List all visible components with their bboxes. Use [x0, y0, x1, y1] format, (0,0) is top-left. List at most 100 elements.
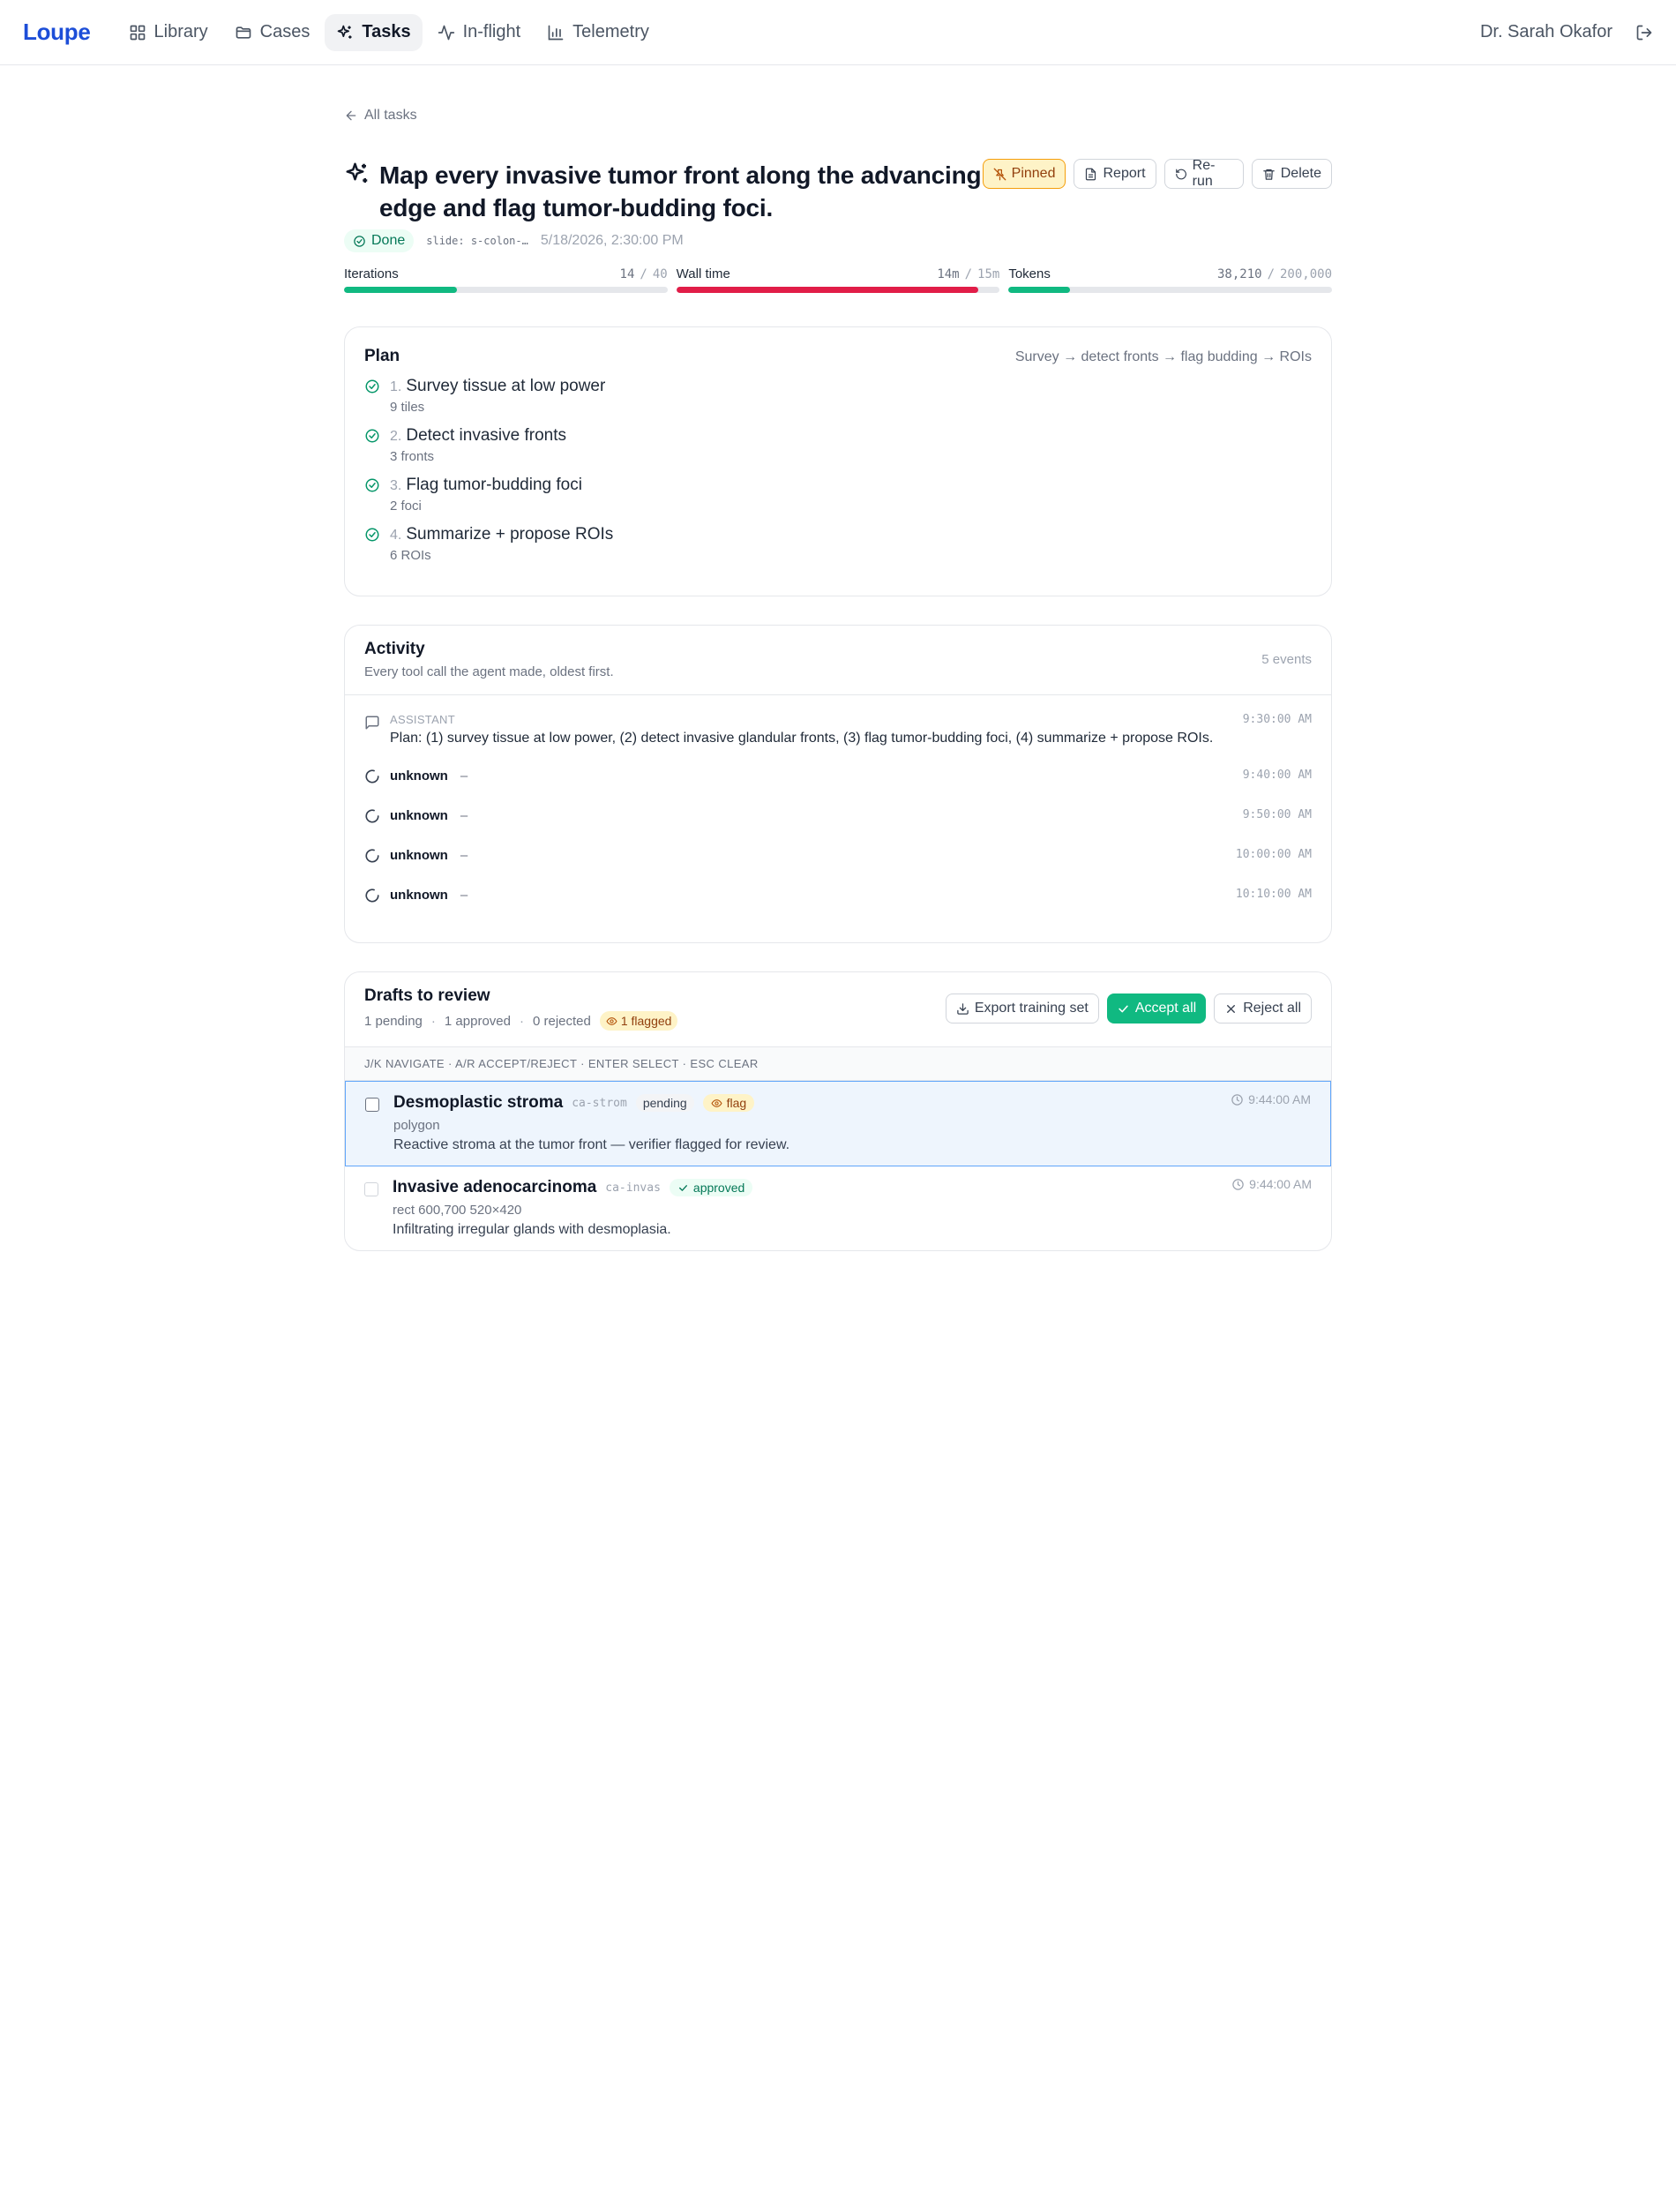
report-button[interactable]: Report: [1074, 159, 1156, 189]
metric-max: 40: [652, 267, 668, 281]
app-logo[interactable]: Loupe: [23, 19, 91, 46]
pinned-label: Pinned: [1011, 166, 1056, 181]
file-text-icon: [1086, 168, 1096, 180]
event-tool[interactable]: unknown – 10:10:00 AM: [345, 888, 1331, 904]
loader-icon: [365, 889, 379, 903]
metric-current: 38,210: [1216, 267, 1262, 281]
nav-item-telemetry[interactable]: Telemetry: [535, 14, 661, 51]
clock-icon: [1231, 1093, 1243, 1106]
user-area: Dr. Sarah Okafor: [1480, 22, 1653, 42]
status-label: Done: [371, 233, 406, 248]
flagged-count: 1 flagged: [620, 1014, 672, 1028]
metric-wall-time: Wall time 14m/15m: [676, 266, 1000, 293]
page-title: Map every invasive tumor front along the…: [379, 161, 982, 221]
pinned-button[interactable]: Pinned: [982, 159, 1066, 189]
download-icon: [957, 1002, 969, 1015]
created-time: 5/18/2026, 2:30:00 PM: [540, 233, 684, 248]
step-name: Detect invasive fronts: [406, 426, 566, 445]
plan-summary: Survey → detect fronts → flag budding → …: [1014, 349, 1312, 364]
tool-detail: –: [460, 888, 468, 903]
draft-code: ca-invas: [605, 1181, 661, 1195]
activity-header: Activity Every tool call the agent made,…: [345, 626, 1331, 695]
folder-icon: [236, 26, 251, 39]
delete-button[interactable]: Delete: [1251, 159, 1332, 189]
message-square-icon: [365, 716, 379, 730]
metric-current: 14: [619, 267, 635, 281]
event-tool[interactable]: unknown – 10:00:00 AM: [345, 848, 1331, 864]
progress-bar: [1008, 287, 1333, 293]
step-name: Flag tumor-budding foci: [406, 476, 582, 494]
draft-geometry: polygon: [393, 1118, 440, 1133]
pin-off-icon: [993, 168, 1006, 180]
metric-max: 15m: [977, 267, 1000, 281]
loader-icon: [365, 809, 379, 823]
metric-tokens: Tokens 38,210/200,000: [1008, 266, 1333, 293]
plan-step: 4. Summarize + propose ROIs 6 ROIs: [364, 525, 1312, 563]
logout-icon[interactable]: [1635, 24, 1653, 41]
metric-label: Iterations: [344, 266, 399, 281]
close-icon: [1227, 1004, 1236, 1013]
reject-all-button[interactable]: Reject all: [1214, 994, 1312, 1024]
step-name: Survey tissue at low power: [406, 377, 606, 395]
event-time: 10:00:00 AM: [1235, 848, 1312, 861]
delete-label: Delete: [1280, 166, 1321, 181]
event-time: 9:30:00 AM: [1242, 713, 1312, 726]
event-tool[interactable]: unknown – 9:50:00 AM: [345, 808, 1331, 824]
progress-fill: [676, 287, 978, 293]
activity-subtitle: Every tool call the agent made, oldest f…: [364, 664, 614, 679]
sparkles-icon: [338, 25, 352, 39]
tool-detail: –: [460, 808, 468, 823]
task-actions: Pinned Report Re-run Delete: [982, 158, 1332, 189]
metric-label: Wall time: [676, 266, 730, 281]
rerun-button[interactable]: Re-run: [1163, 158, 1244, 189]
progress-fill: [344, 287, 458, 293]
slide-tag[interactable]: slide: s-colon-…: [426, 235, 528, 247]
nav-item-in-flight[interactable]: In-flight: [426, 14, 533, 51]
event-time: 10:10:00 AM: [1235, 888, 1312, 901]
draft-checkbox[interactable]: [365, 1098, 379, 1112]
rejected-count: 0 rejected: [532, 1013, 591, 1029]
accept-all-button[interactable]: Accept all: [1106, 994, 1207, 1024]
draft-row[interactable]: Invasive adenocarcinoma ca-invas approve…: [345, 1166, 1331, 1250]
step-number: 4.: [390, 528, 402, 543]
nav-item-cases[interactable]: Cases: [223, 14, 322, 51]
step-result: 2 foci: [390, 499, 422, 514]
activity-card: Activity Every tool call the agent made,…: [344, 625, 1332, 943]
event-tool[interactable]: unknown – 9:40:00 AM: [345, 769, 1331, 784]
status-badge: approved: [669, 1179, 753, 1196]
grid-icon: [130, 25, 145, 40]
event-text: Plan: (1) survey tissue at low power, (2…: [390, 731, 1214, 746]
tool-name: unknown: [390, 808, 448, 823]
check-circle-icon: [365, 379, 379, 394]
clock-icon: [1232, 1178, 1244, 1190]
draft-checkbox[interactable]: [364, 1182, 378, 1196]
check-icon: [1119, 1005, 1128, 1012]
draft-time: 9:44:00 AM: [1231, 1177, 1312, 1191]
drafts-card: Drafts to review 1 pending · 1 approved …: [344, 971, 1332, 1251]
flagged-badge[interactable]: 1 flagged: [599, 1011, 678, 1031]
approved-count: 1 approved: [444, 1013, 511, 1029]
nav-item-library[interactable]: Library: [117, 14, 220, 51]
metric-value: 14m/15m: [937, 267, 1000, 281]
bar-chart-icon: [548, 25, 564, 40]
status-badge: Done: [344, 229, 415, 252]
plan-steps: 1. Survey tissue at low power 9 tiles 2. D…: [364, 377, 1312, 563]
export-training-set-button[interactable]: Export training set: [945, 994, 1099, 1024]
back-link[interactable]: All tasks: [344, 108, 417, 124]
nav-item-tasks[interactable]: Tasks: [325, 13, 423, 51]
status-badge: pending: [635, 1094, 694, 1112]
arrow-left-icon: [346, 110, 356, 121]
draft-title: Desmoplastic stroma: [393, 1093, 564, 1112]
tool-name: unknown: [390, 888, 448, 903]
user-name[interactable]: Dr. Sarah Okafor: [1480, 22, 1612, 42]
check-circle-icon: [365, 429, 379, 443]
draft-row[interactable]: Desmoplastic stroma ca-strom pending fla…: [345, 1081, 1331, 1166]
keyboard-hint: J/K NAVIGATE · A/R ACCEPT/REJECT · ENTER…: [345, 1047, 1331, 1081]
draft-title: Invasive adenocarcinoma: [393, 1178, 597, 1196]
activity-title: Activity: [364, 640, 425, 658]
reject-label: Reject all: [1243, 1001, 1301, 1016]
progress-fill: [1008, 287, 1071, 293]
nav-label: Cases: [259, 22, 311, 41]
activity-icon: [438, 25, 454, 40]
event-count: 5 events: [1261, 652, 1312, 667]
